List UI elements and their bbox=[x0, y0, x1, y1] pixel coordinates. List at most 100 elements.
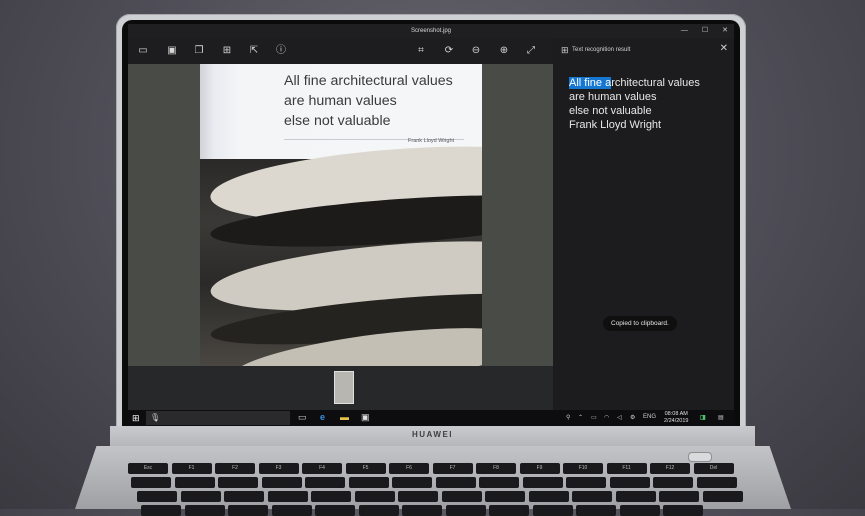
rotate-icon[interactable]: ⟳ bbox=[442, 44, 456, 58]
keyboard-key bbox=[261, 477, 302, 488]
task-view-icon[interactable]: ▭ bbox=[298, 412, 307, 423]
guggenheim-photo bbox=[200, 135, 482, 366]
quote-line: else not valuable bbox=[284, 113, 391, 129]
keyboard-key bbox=[305, 477, 345, 488]
keyboard-key bbox=[615, 491, 656, 502]
keyboard-key bbox=[528, 491, 569, 502]
keyboard-key bbox=[224, 491, 264, 502]
keyboard-key bbox=[180, 491, 221, 502]
keyboard-key bbox=[131, 477, 171, 488]
keyboard-key bbox=[174, 477, 215, 488]
people-icon[interactable]: ⚲ bbox=[566, 414, 570, 421]
quote-text: All fine architectural values are human … bbox=[284, 71, 453, 131]
keyboard-key bbox=[184, 505, 225, 516]
image-thumbnail[interactable] bbox=[334, 371, 354, 404]
wifi-icon[interactable]: ◠ bbox=[604, 414, 609, 421]
viewer-margin-right bbox=[482, 64, 553, 366]
result-line: Frank Lloyd Wright bbox=[569, 119, 662, 131]
keyboard-key: F9 bbox=[519, 463, 560, 474]
screen: Screenshot.jpg — ☐ ✕ ▭ ▣ ❐ ⊞ ⇱ ⓘ ⌗ ⟳ ⊖ ⊕… bbox=[128, 24, 734, 426]
keyboard-key bbox=[696, 477, 737, 488]
zoom-in-icon[interactable]: ⊕ bbox=[497, 44, 511, 58]
edge-icon[interactable]: e bbox=[320, 412, 325, 422]
keyboard-key bbox=[566, 477, 606, 488]
text-recognition-panel: ⊞ Text recognition result ✕ All fine arc… bbox=[553, 38, 734, 410]
quote-line: All fine architectural values bbox=[284, 73, 453, 89]
keyboard-key bbox=[572, 491, 612, 502]
chevron-up-icon[interactable]: ⌃ bbox=[578, 414, 583, 421]
result-line: else not valuable bbox=[569, 105, 652, 117]
recognized-text[interactable]: All fine architectural values are human … bbox=[569, 76, 700, 132]
keyboard-key bbox=[659, 491, 699, 502]
brand-logo: HUAWEI bbox=[412, 430, 453, 439]
power-button bbox=[688, 452, 712, 462]
save-icon[interactable]: ▣ bbox=[165, 44, 179, 58]
volume-icon[interactable]: ◁ bbox=[617, 414, 622, 421]
quote-line: are human values bbox=[284, 93, 397, 109]
taskbar-search[interactable]: 🎙 bbox=[146, 411, 290, 425]
keyboard-key bbox=[137, 491, 177, 502]
keyboard-key: F10 bbox=[563, 463, 603, 474]
taskbar: ⊞ 🎙 ▭ e ▬ ▣ ⚲ ⌃ ▭ ◠ ◁ ⚙ ENG 08:08 AM 2/2… bbox=[128, 410, 734, 426]
result-line: All fine architectural values bbox=[569, 77, 700, 89]
keyboard-key bbox=[702, 491, 743, 502]
keyboard-key: F11 bbox=[606, 463, 647, 474]
text-recognition-icon: ⊞ bbox=[561, 45, 569, 55]
keyboard-key bbox=[218, 477, 258, 488]
window-title: Screenshot.jpg bbox=[410, 28, 452, 34]
close-icon[interactable]: ✕ bbox=[720, 43, 728, 54]
keyboard-key: F3 bbox=[258, 463, 299, 474]
keyboard-key bbox=[619, 505, 660, 516]
keyboard-key bbox=[576, 505, 616, 516]
keyboard-key bbox=[609, 477, 650, 488]
keyboard-key: Del bbox=[693, 463, 734, 474]
keyboard-key bbox=[402, 505, 442, 516]
windows-start-icon[interactable]: ⊞ bbox=[132, 413, 140, 424]
keyboard-key: F5 bbox=[345, 463, 386, 474]
keyboard-key bbox=[267, 491, 308, 502]
maximize-button[interactable]: ☐ bbox=[702, 24, 708, 38]
microphone-icon[interactable]: 🎙 bbox=[150, 413, 160, 422]
keyboard-key bbox=[141, 505, 181, 516]
book-page: All fine architectural values are human … bbox=[200, 64, 482, 159]
close-button[interactable]: ✕ bbox=[722, 24, 728, 38]
keyboard-key bbox=[435, 477, 476, 488]
keyboard-key: Esc bbox=[128, 463, 168, 474]
battery-icon[interactable]: ▭ bbox=[591, 414, 597, 421]
clock-time: 08:08 AM bbox=[664, 411, 688, 417]
minimize-button[interactable]: — bbox=[681, 24, 688, 38]
keyboard-key: F2 bbox=[215, 463, 255, 474]
copy-icon[interactable]: ❐ bbox=[192, 44, 206, 58]
keyboard-key bbox=[392, 477, 432, 488]
info-icon[interactable]: ⓘ bbox=[274, 44, 288, 58]
settings-icon[interactable]: ⚙ bbox=[630, 414, 635, 421]
viewer-margin-left bbox=[128, 64, 200, 366]
huawei-share-icon[interactable]: ◨ bbox=[700, 414, 706, 421]
text-recognition-icon[interactable]: ⊞ bbox=[220, 44, 234, 58]
keyboard: Esc F1 F2 F3 F4 F5 F6 F7 F8 F9 F10 F11 F12 Del bbox=[128, 463, 743, 516]
file-explorer-icon[interactable]: ▬ bbox=[340, 412, 349, 422]
displayed-image: All fine architectural values are human … bbox=[200, 64, 482, 366]
clock-date: 2/24/2019 bbox=[664, 417, 689, 424]
clock[interactable]: 08:08 AM 2/24/2019 bbox=[664, 411, 688, 424]
folder-icon[interactable]: ▭ bbox=[136, 44, 150, 58]
keyboard-key bbox=[532, 505, 573, 516]
store-icon[interactable]: ▣ bbox=[361, 412, 370, 423]
zoom-out-icon[interactable]: ⊖ bbox=[469, 44, 483, 58]
toolbar: ▭ ▣ ❐ ⊞ ⇱ ⓘ ⌗ ⟳ ⊖ ⊕ ⤢ bbox=[128, 38, 553, 64]
keyboard-key: F12 bbox=[650, 463, 690, 474]
selected-text[interactable]: All fine a bbox=[569, 77, 612, 89]
keyboard-key bbox=[663, 505, 703, 516]
crop-icon[interactable]: ⌗ bbox=[414, 44, 428, 58]
keyboard-key bbox=[398, 491, 438, 502]
keyboard-key bbox=[479, 477, 519, 488]
fullscreen-icon[interactable]: ⤢ bbox=[524, 44, 538, 58]
keyboard-key bbox=[358, 505, 399, 516]
keyboard-key: F4 bbox=[302, 463, 342, 474]
language-indicator[interactable]: ENG bbox=[643, 414, 656, 420]
notification-icon[interactable]: ▤ bbox=[718, 414, 724, 421]
share-icon[interactable]: ⇱ bbox=[247, 44, 261, 58]
keyboard-key bbox=[522, 477, 563, 488]
keyboard-key bbox=[271, 505, 312, 516]
result-line: are human values bbox=[569, 91, 657, 103]
